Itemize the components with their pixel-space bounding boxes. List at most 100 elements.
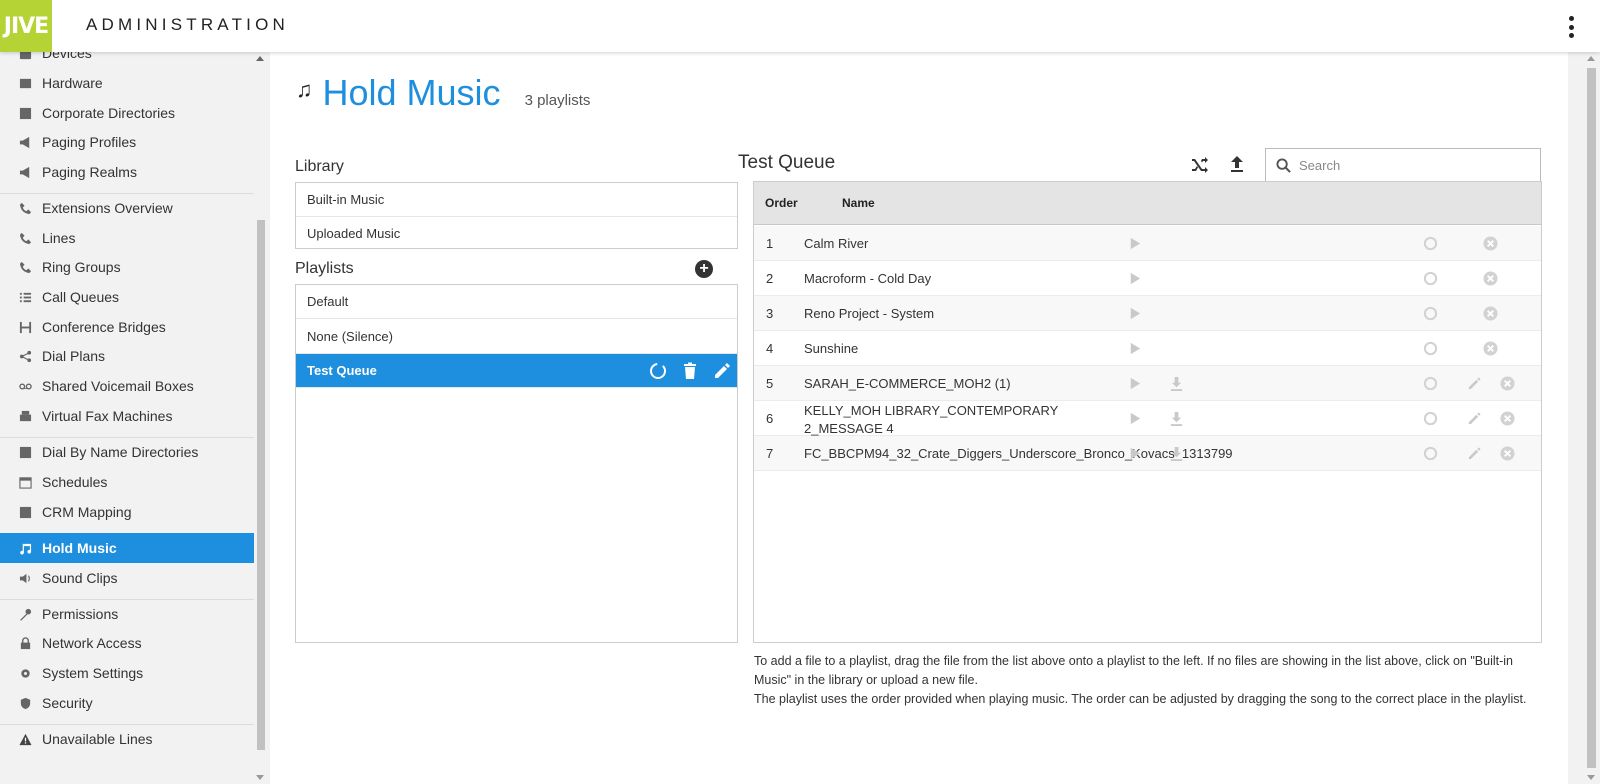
play-icon[interactable] [1126, 270, 1142, 286]
sidebar-item-shared-voicemail-boxes[interactable]: Shared Voicemail Boxes [0, 371, 254, 401]
sidebar-item-label: Network Access [42, 635, 142, 651]
music-note-icon: ♫ [296, 77, 313, 102]
jive-logo[interactable]: JIVE [0, 0, 52, 52]
refresh-icon[interactable] [1422, 270, 1438, 286]
refresh-icon[interactable] [1422, 410, 1438, 426]
sidebar-item-security[interactable]: Security [0, 688, 254, 718]
download-icon[interactable] [1168, 375, 1184, 391]
playlist-count: 3 playlists [524, 92, 591, 109]
table-row[interactable]: 2 Macroform - Cold Day [754, 261, 1541, 296]
sidebar-item-dial-by-name-directories[interactable]: Dial By Name Directories [0, 437, 254, 467]
sidebar-item-devices[interactable]: Devices [0, 52, 254, 68]
column-header-name[interactable]: Name [842, 196, 875, 210]
add-playlist-button[interactable]: + [695, 260, 713, 278]
pencil-icon[interactable] [1466, 375, 1482, 391]
playlist-item-test-queue[interactable]: Test Queue [296, 354, 737, 388]
row-name: Macroform - Cold Day [804, 271, 932, 286]
refresh-icon[interactable] [1422, 235, 1438, 251]
play-icon[interactable] [1126, 445, 1142, 461]
pencil-icon[interactable] [713, 362, 731, 380]
refresh-icon[interactable] [1422, 445, 1438, 461]
search-icon [1276, 157, 1291, 173]
column-header-order[interactable]: Order [765, 196, 798, 210]
sidebar-item-paging-profiles[interactable]: Paging Profiles [0, 127, 254, 157]
sidebar-item-unavailable-lines[interactable]: Unavailable Lines [0, 724, 254, 754]
remove-icon[interactable] [1482, 270, 1498, 286]
lock-icon [18, 636, 32, 650]
download-icon[interactable] [1168, 445, 1184, 461]
sidebar-scrollbar[interactable] [254, 52, 266, 784]
refresh-icon[interactable] [1422, 305, 1438, 321]
sidebar-item-hardware[interactable]: Hardware [0, 68, 254, 98]
sidebar-item-network-access[interactable]: Network Access [0, 628, 254, 658]
search-input[interactable] [1299, 157, 1519, 173]
remove-icon[interactable] [1482, 235, 1498, 251]
sidebar-item-virtual-fax-machines[interactable]: Virtual Fax Machines [0, 401, 254, 431]
sidebar-item-hold-music[interactable]: Hold Music [0, 533, 254, 563]
table-row[interactable]: 4 Sunshine [754, 331, 1541, 366]
sidebar-item-conference-bridges[interactable]: Conference Bridges [0, 312, 254, 342]
sidebar-item-sound-clips[interactable]: Sound Clips [0, 563, 254, 593]
sidebar-item-extensions-overview[interactable]: Extensions Overview [0, 193, 254, 223]
library-label: Library [295, 158, 344, 175]
row-name: Calm River [804, 236, 869, 251]
refresh-icon[interactable] [1422, 375, 1438, 391]
sidebar-item-label: System Settings [42, 665, 144, 681]
remove-icon[interactable] [1482, 340, 1498, 356]
play-icon[interactable] [1126, 410, 1142, 426]
sidebar-item-label: Corporate Directories [42, 105, 176, 121]
devices-icon [18, 52, 32, 60]
main-content: ♫ Hold Music 3 playlists Library Built-i… [270, 52, 1568, 784]
playlist-item-default[interactable]: Default [296, 285, 737, 319]
remove-icon[interactable] [1482, 305, 1498, 321]
sidebar-item-label: Permissions [42, 606, 119, 622]
play-icon[interactable] [1126, 340, 1142, 356]
play-icon[interactable] [1126, 235, 1142, 251]
sidebar-item-call-queues[interactable]: Call Queues [0, 282, 254, 312]
library-item-built-in-music[interactable]: Built-in Music [296, 183, 737, 217]
page-scrollbar[interactable] [1583, 52, 1600, 784]
kebab-menu-icon[interactable] [1566, 16, 1576, 38]
sidebar-item-label: Conference Bridges [42, 319, 166, 335]
table-row[interactable]: 5 SARAH_E-COMMERCE_MOH2 (1) [754, 366, 1541, 401]
warning-icon [18, 732, 32, 746]
sidebar-item-label: Schedules [42, 474, 108, 490]
pencil-icon[interactable] [1466, 445, 1482, 461]
play-icon[interactable] [1126, 305, 1142, 321]
sidebar-item-system-settings[interactable]: System Settings [0, 658, 254, 688]
sidebar-item-corporate-directories[interactable]: Corporate Directories [0, 98, 254, 128]
remove-icon[interactable] [1499, 410, 1515, 426]
sidebar-item-crm-mapping[interactable]: CRM Mapping [0, 497, 254, 527]
sidebar-item-label: Shared Voicemail Boxes [42, 378, 194, 394]
table-row[interactable]: 3 Reno Project - System [754, 296, 1541, 331]
megaphone-icon [18, 135, 32, 149]
playlist-item-none-silence[interactable]: None (Silence) [296, 320, 737, 354]
download-icon[interactable] [1168, 410, 1184, 426]
table-row[interactable]: 7 FC_BBCPM94_32_Crate_Diggers_Underscore… [754, 436, 1541, 471]
pencil-icon[interactable] [1466, 410, 1482, 426]
upload-icon[interactable] [1226, 153, 1248, 175]
refresh-icon[interactable] [1422, 340, 1438, 356]
sidebar-item-permissions[interactable]: Permissions [0, 599, 254, 629]
trash-icon[interactable] [681, 362, 699, 380]
sidebar-item-ring-groups[interactable]: Ring Groups [0, 252, 254, 282]
table-row[interactable]: 1 Calm River [754, 226, 1541, 261]
sidebar-item-dial-plans[interactable]: Dial Plans [0, 341, 254, 371]
share-icon [18, 349, 32, 363]
sidebar-item-label: Virtual Fax Machines [42, 408, 173, 424]
row-name: Sunshine [804, 341, 859, 356]
refresh-icon[interactable] [649, 362, 667, 380]
shuffle-icon[interactable] [1188, 153, 1210, 175]
row-order: 4 [766, 341, 774, 356]
library-item-label: Uploaded Music [307, 225, 401, 241]
sidebar-item-label: Security [42, 695, 93, 711]
remove-icon[interactable] [1499, 445, 1515, 461]
sidebar: Devices Hardware Corporate Directories P… [0, 52, 266, 784]
sidebar-item-lines[interactable]: Lines [0, 223, 254, 253]
table-row[interactable]: 6 KELLY_MOH LIBRARY_CONTEMPORARY 2_MESSA… [754, 401, 1541, 436]
library-item-uploaded-music[interactable]: Uploaded Music [296, 216, 737, 250]
sidebar-item-paging-realms[interactable]: Paging Realms [0, 157, 254, 187]
remove-icon[interactable] [1499, 375, 1515, 391]
play-icon[interactable] [1126, 375, 1142, 391]
sidebar-item-schedules[interactable]: Schedules [0, 467, 254, 497]
